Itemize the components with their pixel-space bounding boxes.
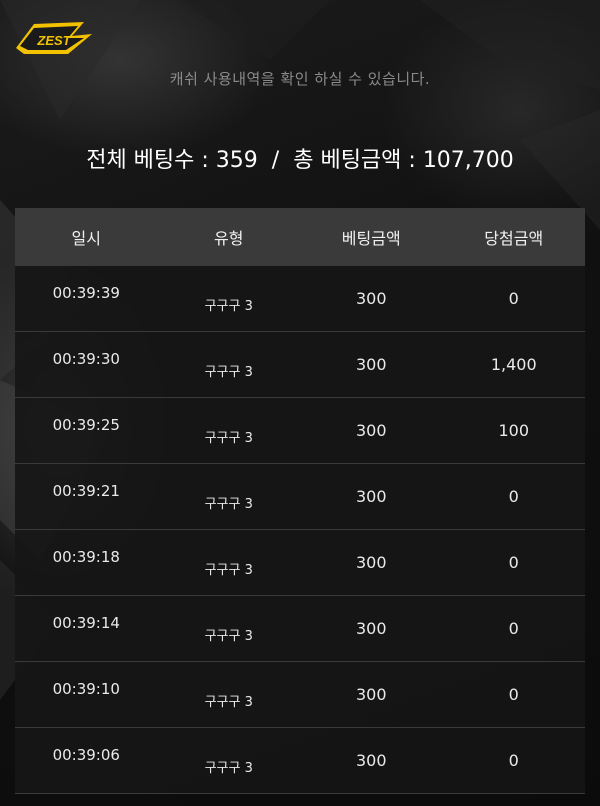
row-type: 구구구 3 xyxy=(204,365,253,380)
row-time: 00:39:10 xyxy=(52,680,120,698)
table-header: 일시 유형 베팅금액 당첨금액 xyxy=(15,208,585,266)
row-win: 0 xyxy=(508,685,519,704)
row-time: 00:39:18 xyxy=(52,548,120,566)
row-bet: 300 xyxy=(355,487,387,506)
table-row: 00:39:21 구구구 3 300 0 xyxy=(15,464,585,530)
svg-text:ZEST: ZEST xyxy=(36,33,71,48)
summary-separator: / xyxy=(271,148,280,173)
row-win: 0 xyxy=(508,751,519,770)
header-type: 유형 xyxy=(214,229,244,248)
row-type: 구구구 3 xyxy=(204,629,253,644)
row-type: 구구구 3 xyxy=(204,299,253,314)
row-bet: 300 xyxy=(355,355,387,374)
row-win: 0 xyxy=(508,289,519,308)
row-type: 구구구 3 xyxy=(204,431,253,446)
page: ZEST 캐쉬 사용내역을 확인 하실 수 있습니다. 전체 베팅수 : 359… xyxy=(0,0,600,806)
row-type: 구구구 3 xyxy=(204,761,253,776)
history-table: 일시 유형 베팅금액 당첨금액 00:39:39 구구구 3 300 0 00:… xyxy=(15,208,585,794)
row-time: 00:39:21 xyxy=(52,482,120,500)
total-amount-value: 107,700 xyxy=(422,148,514,173)
row-bet: 300 xyxy=(355,553,387,572)
table-row: 00:39:14 구구구 3 300 0 xyxy=(15,596,585,662)
row-bet: 300 xyxy=(355,751,387,770)
row-bet: 300 xyxy=(355,289,387,308)
header-win-amount: 당첨금액 xyxy=(484,229,544,248)
row-time: 00:39:06 xyxy=(52,746,120,764)
table-body: 00:39:39 구구구 3 300 0 00:39:30 구구구 3 300 … xyxy=(15,266,585,794)
row-time: 00:39:30 xyxy=(52,350,120,368)
row-win: 0 xyxy=(508,553,519,572)
table-row: 00:39:25 구구구 3 300 100 xyxy=(15,398,585,464)
header-datetime: 일시 xyxy=(71,229,101,248)
row-bet: 300 xyxy=(355,619,387,638)
zest-logo[interactable]: ZEST xyxy=(14,18,94,58)
betting-summary: 전체 베팅수 : 359 / 총 베팅금액 : 107,700 xyxy=(0,142,600,174)
row-type: 구구구 3 xyxy=(204,695,253,710)
total-bets-label: 전체 베팅수 : xyxy=(86,148,216,173)
row-type: 구구구 3 xyxy=(204,563,253,578)
row-time: 00:39:14 xyxy=(52,614,120,632)
table-row: 00:39:39 구구구 3 300 0 xyxy=(15,266,585,332)
row-type: 구구구 3 xyxy=(204,497,253,512)
row-time: 00:39:25 xyxy=(52,416,120,434)
total-amount-label: 총 베팅금액 : xyxy=(293,148,423,173)
row-time: 00:39:39 xyxy=(52,284,120,302)
header-bet-amount: 베팅금액 xyxy=(341,229,401,248)
table-row: 00:39:10 구구구 3 300 0 xyxy=(15,662,585,728)
row-bet: 300 xyxy=(355,685,387,704)
row-win: 0 xyxy=(508,619,519,638)
row-win: 100 xyxy=(498,421,530,440)
page-subtitle: 캐쉬 사용내역을 확인 하실 수 있습니다. xyxy=(169,70,431,88)
row-bet: 300 xyxy=(355,421,387,440)
row-win: 0 xyxy=(508,487,519,506)
total-bets-value: 359 xyxy=(215,148,258,173)
table-row: 00:39:18 구구구 3 300 0 xyxy=(15,530,585,596)
table-row: 00:39:30 구구구 3 300 1,400 xyxy=(15,332,585,398)
row-win: 1,400 xyxy=(490,355,537,374)
table-row: 00:39:06 구구구 3 300 0 xyxy=(15,728,585,794)
